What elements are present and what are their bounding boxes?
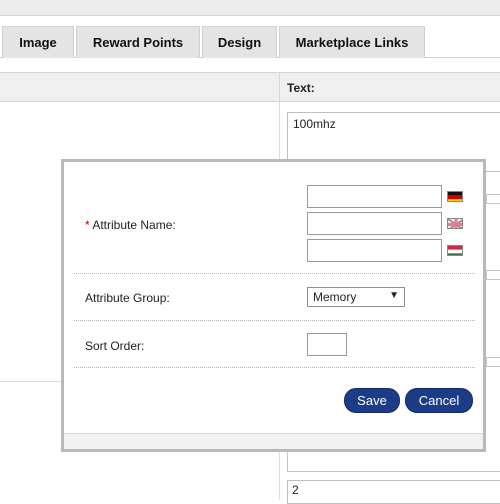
- attribute-group-select[interactable]: Memory ▼: [307, 287, 405, 307]
- separator: [74, 273, 475, 274]
- tab-reward-points[interactable]: Reward Points: [76, 26, 200, 58]
- required-marker: *: [85, 218, 90, 232]
- attribute-name-input-en[interactable]: [307, 212, 442, 235]
- grid-header-left: [0, 72, 279, 102]
- save-button[interactable]: Save: [344, 388, 400, 413]
- background-field[interactable]: [287, 452, 500, 472]
- top-strip: [0, 0, 500, 16]
- cancel-button[interactable]: Cancel: [405, 388, 473, 413]
- attribute-group-label: Attribute Group:: [85, 291, 170, 305]
- attribute-group-value: Memory: [313, 290, 357, 304]
- background-field[interactable]: [486, 270, 500, 280]
- sort-order-label: Sort Order:: [85, 339, 145, 353]
- grid-header-text: Text:: [279, 72, 500, 102]
- sort-order-input[interactable]: [307, 333, 347, 356]
- tab-design[interactable]: Design: [202, 26, 277, 58]
- tab-marketplace-links[interactable]: Marketplace Links: [279, 26, 425, 58]
- dialog-footer: [64, 433, 483, 449]
- attribute-name-input-de[interactable]: [307, 185, 442, 208]
- uk-flag-icon: [447, 218, 463, 229]
- tab-image[interactable]: Image: [2, 26, 74, 58]
- attribute-name-input-hu[interactable]: [307, 239, 442, 262]
- background-field[interactable]: [486, 357, 500, 367]
- background-field[interactable]: [486, 194, 500, 204]
- chevron-down-icon: ▼: [389, 290, 399, 301]
- attribute-dialog: * Attribute Name: Attribute Group: Memor…: [61, 159, 486, 452]
- attribute-name-text: Attribute Name:: [92, 218, 176, 232]
- separator: [74, 320, 475, 321]
- dialog-body: * Attribute Name: Attribute Group: Memor…: [64, 162, 483, 449]
- hungary-flag-icon: [447, 245, 463, 256]
- attribute-name-label: * Attribute Name:: [85, 218, 176, 232]
- text-value-field[interactable]: 2: [287, 480, 500, 504]
- tab-bar: Image Reward Points Design Marketplace L…: [0, 26, 500, 58]
- germany-flag-icon: [447, 191, 463, 202]
- separator: [74, 367, 475, 368]
